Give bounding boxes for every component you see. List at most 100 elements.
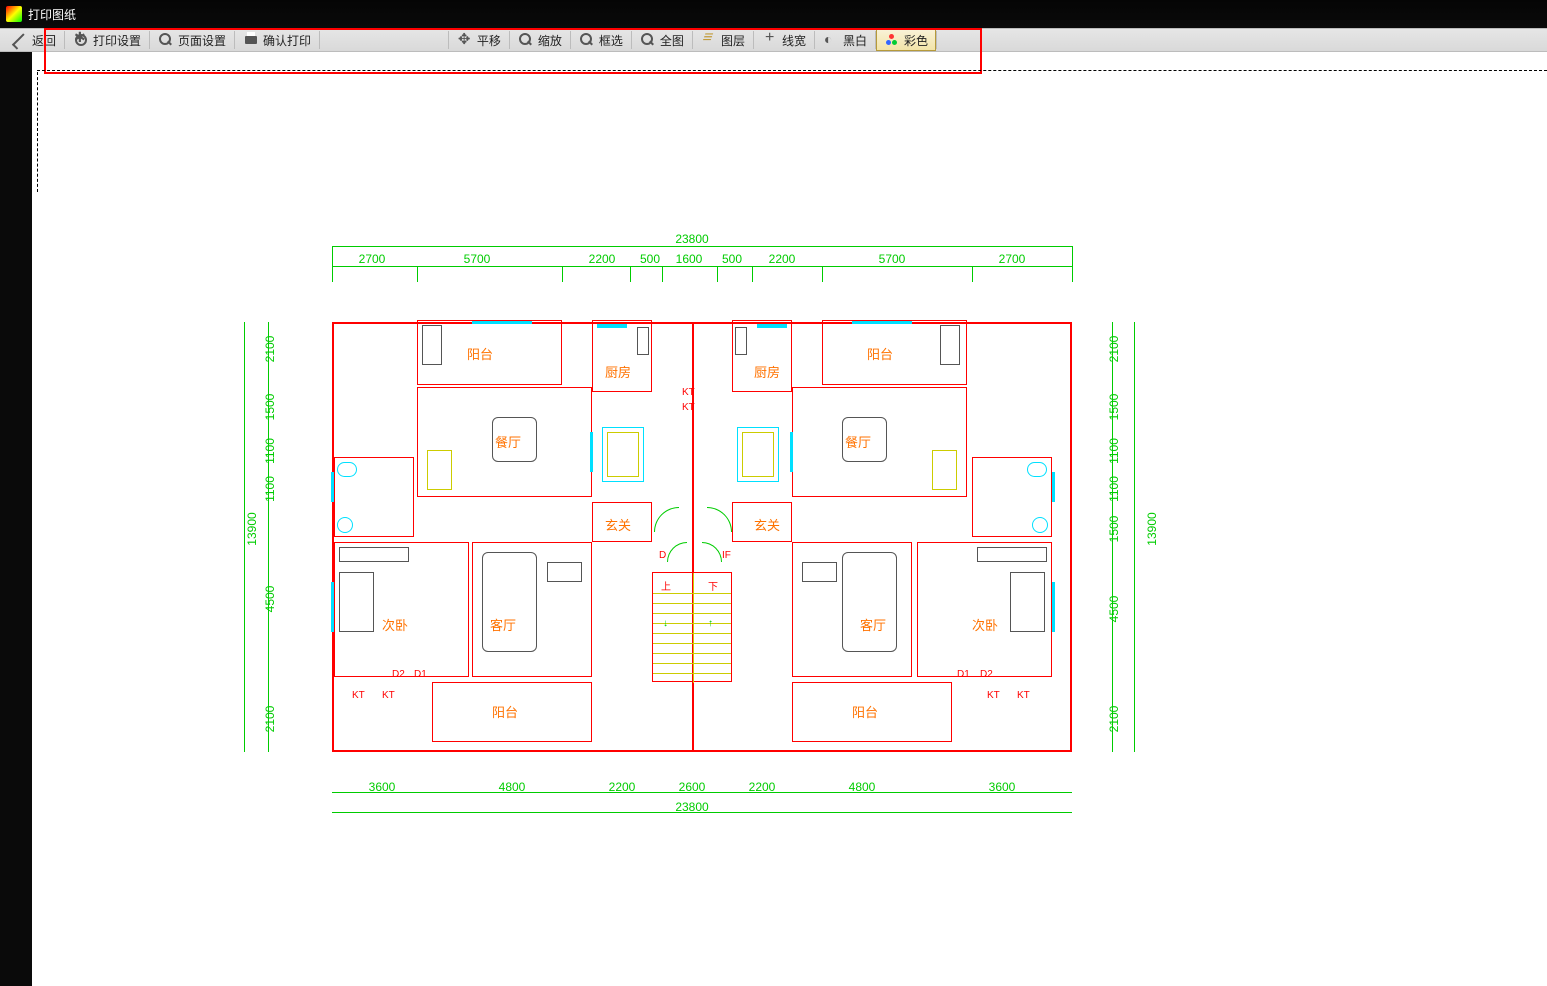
dim-seg: 5700 (447, 252, 507, 266)
dim-seg: 1100 (263, 469, 277, 509)
label-balcony: 阳台 (852, 702, 878, 721)
dim-seg: 500 (712, 252, 752, 266)
page-settings-button[interactable]: 页面设置 (150, 29, 234, 51)
zoom-icon (518, 32, 534, 48)
label-bedroom2: 次卧 (382, 615, 408, 634)
pan-button[interactable]: 平移 (449, 29, 509, 51)
label-balcony: 阳台 (467, 344, 493, 363)
label-dining: 餐厅 (845, 432, 871, 451)
crop-guide-top (37, 70, 1547, 71)
gear-icon (73, 32, 89, 48)
dim-seg: 3600 (352, 780, 412, 794)
pan-icon (457, 32, 473, 48)
full-view-button[interactable]: 全图 (632, 29, 692, 51)
sidebar (0, 52, 32, 986)
printer-icon (243, 32, 259, 48)
marker-d1: D1 (957, 669, 970, 680)
marker-down: 下 (708, 578, 718, 593)
label-dining: 餐厅 (495, 432, 521, 451)
magnifier-icon (158, 32, 174, 48)
dim-line (332, 246, 1072, 247)
label-living: 客厅 (490, 615, 516, 634)
dim-seg: 4800 (832, 780, 892, 794)
marker-kt: KT (682, 402, 695, 413)
color-icon (884, 32, 900, 48)
label-kitchen: 厨房 (754, 362, 780, 381)
label-entrance: 玄关 (605, 515, 631, 534)
marker-d2: D2 (980, 669, 993, 680)
dim-seg: 1100 (263, 431, 277, 471)
label-living: 客厅 (860, 615, 886, 634)
layers-button[interactable]: 图层 (693, 29, 753, 51)
dim-bottom-total: 23800 (662, 800, 722, 814)
dim-seg: 1500 (1107, 509, 1121, 549)
pan-label: 平移 (477, 32, 501, 49)
black-white-button[interactable]: 黑白 (815, 29, 875, 51)
dim-seg: 4800 (482, 780, 542, 794)
dim-seg: 2200 (572, 252, 632, 266)
box-select-label: 框选 (599, 32, 623, 49)
zoom-button[interactable]: 缩放 (510, 29, 570, 51)
back-label: 返回 (32, 32, 56, 49)
dim-seg: 2700 (982, 252, 1042, 266)
zoom-label: 缩放 (538, 32, 562, 49)
dim-seg: 4500 (1107, 589, 1121, 629)
floor-plan: 23800 2700 5700 2200 500 1600 500 2200 5… (232, 232, 1172, 932)
dim-seg: 2100 (1107, 699, 1121, 739)
canvas[interactable]: 23800 2700 5700 2200 500 1600 500 2200 5… (32, 52, 1547, 986)
line-width-label: 线宽 (782, 32, 806, 49)
back-button[interactable]: 返回 (0, 29, 64, 51)
color-label: 彩色 (904, 32, 928, 49)
bw-label: 黑白 (843, 32, 867, 49)
label-bedroom2: 次卧 (972, 615, 998, 634)
dim-seg: 2100 (263, 699, 277, 739)
dim-right-total: 13900 (1145, 499, 1159, 559)
layers-label: 图层 (721, 32, 745, 49)
crop-guide-left (37, 72, 38, 192)
label-kitchen: 厨房 (605, 362, 631, 381)
line-width-icon (762, 32, 778, 48)
marker-if: IF (722, 550, 731, 561)
bw-icon (823, 32, 839, 48)
dim-seg: 1100 (1107, 469, 1121, 509)
dim-seg: 1500 (1107, 387, 1121, 427)
label-balcony: 阳台 (867, 344, 893, 363)
label-entrance: 玄关 (754, 515, 780, 534)
box-select-icon (579, 32, 595, 48)
page-settings-label: 页面设置 (178, 32, 226, 49)
marker-d2: D2 (392, 669, 405, 680)
dim-seg: 2200 (732, 780, 792, 794)
dim-seg: 4500 (263, 579, 277, 619)
marker-up: 上 (661, 578, 671, 593)
stairs: 上 下 ↓ ↑ (652, 572, 732, 682)
dim-seg: 1100 (1107, 431, 1121, 471)
print-settings-button[interactable]: 打印设置 (65, 29, 149, 51)
layers-icon (701, 32, 717, 48)
dim-seg: 2600 (662, 780, 722, 794)
line-width-button[interactable]: 线宽 (754, 29, 814, 51)
full-view-label: 全图 (660, 32, 684, 49)
label-balcony: 阳台 (492, 702, 518, 721)
dim-line (332, 266, 1072, 267)
marker-kt: KT (682, 387, 695, 398)
dim-seg: 1600 (664, 252, 714, 266)
dim-seg: 2200 (592, 780, 652, 794)
dim-left-total: 13900 (245, 499, 259, 559)
dim-seg: 2700 (342, 252, 402, 266)
marker-kt: KT (1017, 690, 1030, 701)
window-title: 打印图纸 (28, 6, 76, 23)
box-select-button[interactable]: 框选 (571, 29, 631, 51)
toolbar: 返回 打印设置 页面设置 确认打印 平移 缩放 框选 全图 图层 线宽 黑白 彩… (0, 28, 1547, 52)
confirm-print-label: 确认打印 (263, 32, 311, 49)
dim-top-total: 23800 (662, 232, 722, 246)
back-icon (12, 33, 28, 49)
marker-d: D (659, 550, 666, 561)
dim-seg: 2100 (263, 329, 277, 369)
color-button[interactable]: 彩色 (876, 29, 936, 51)
marker-d1: D1 (414, 669, 427, 680)
dim-seg: 2100 (1107, 329, 1121, 369)
confirm-print-button[interactable]: 确认打印 (235, 29, 319, 51)
marker-kt: KT (987, 690, 1000, 701)
full-view-icon (640, 32, 656, 48)
dim-seg: 3600 (972, 780, 1032, 794)
